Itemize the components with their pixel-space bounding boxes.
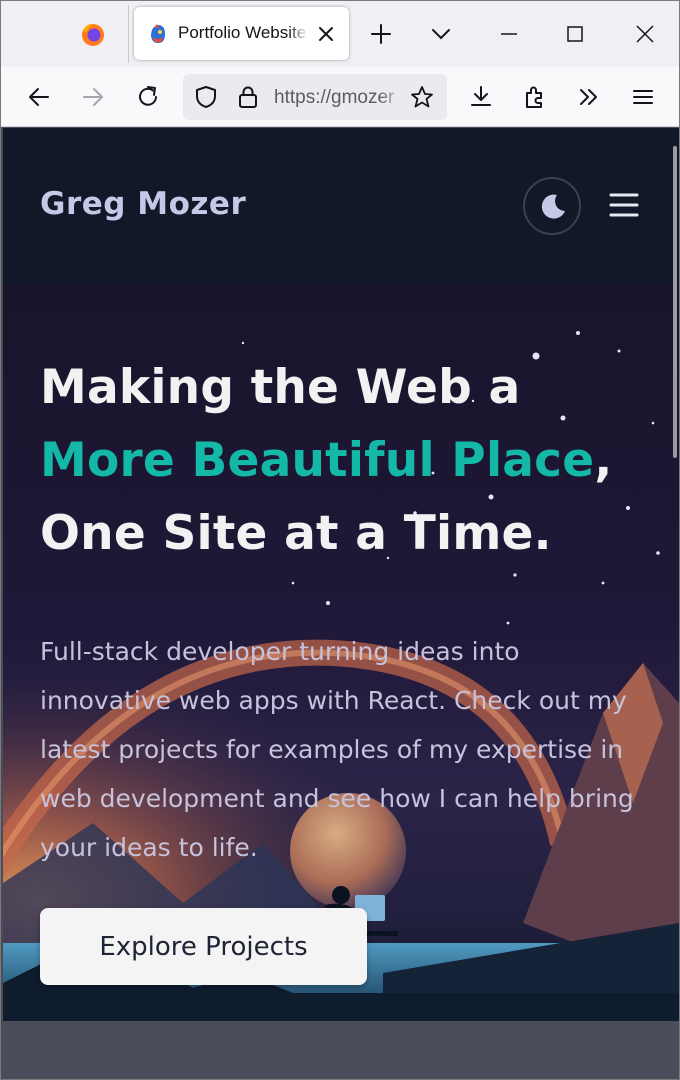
back-icon[interactable] [25, 83, 53, 111]
tab-portfolio[interactable]: Portfolio Website [134, 7, 349, 60]
url-text[interactable]: https://gmozer [274, 87, 394, 109]
tab-strip: Portfolio Website [1, 1, 679, 67]
extensions-icon[interactable] [521, 83, 549, 111]
minimize-icon[interactable] [495, 20, 523, 48]
web-page: Greg Mozer Making the Web a More Beautif… [3, 128, 679, 1079]
page-scrollbar[interactable] [673, 146, 677, 458]
site-header: Greg Mozer [3, 128, 679, 283]
firefox-logo-icon[interactable] [77, 19, 109, 51]
reload-icon[interactable] [134, 83, 162, 111]
tab-favicon-icon [151, 24, 165, 43]
hamburger-menu-icon[interactable] [629, 83, 657, 111]
headline-line-3: One Site at a Time. [40, 506, 552, 561]
close-window-icon[interactable] [631, 20, 659, 48]
new-tab-icon[interactable] [367, 20, 395, 48]
browser-window: Portfolio Website https://gmozer Greg Mo… [0, 0, 680, 1080]
shield-icon[interactable] [193, 84, 219, 110]
moon-icon [541, 194, 565, 219]
downloads-icon[interactable] [467, 83, 495, 111]
brand-logo-link[interactable]: Greg Mozer [40, 186, 246, 222]
theme-toggle-button[interactable] [523, 177, 581, 235]
headline-line-1: Making the Web a [40, 360, 521, 415]
hero-tagline: Full-stack developer turning ideas into … [40, 637, 634, 862]
tab-separator [128, 5, 129, 63]
next-section [3, 1021, 679, 1079]
url-bar[interactable]: https://gmozer [183, 74, 447, 120]
tab-title: Portfolio Website [178, 23, 307, 42]
bookmark-star-icon[interactable] [409, 84, 435, 110]
forward-icon[interactable] [79, 83, 107, 111]
lock-icon[interactable] [235, 84, 261, 110]
list-tabs-icon[interactable] [427, 20, 455, 48]
menu-icon[interactable] [609, 191, 639, 219]
overflow-chevrons-icon[interactable] [575, 83, 603, 111]
hero-section: Making the Web a More Beautiful Place, O… [3, 283, 679, 1021]
headline-comma: , [594, 433, 613, 488]
navigation-toolbar: https://gmozer [1, 67, 679, 127]
headline-accent: More Beautiful Place [40, 433, 595, 488]
maximize-icon[interactable] [561, 20, 589, 48]
hero-headline: Making the Web a More Beautiful Place, O… [40, 351, 660, 570]
close-tab-icon[interactable] [314, 22, 338, 46]
url-fade [379, 78, 405, 116]
explore-projects-button[interactable]: Explore Projects [40, 908, 367, 985]
